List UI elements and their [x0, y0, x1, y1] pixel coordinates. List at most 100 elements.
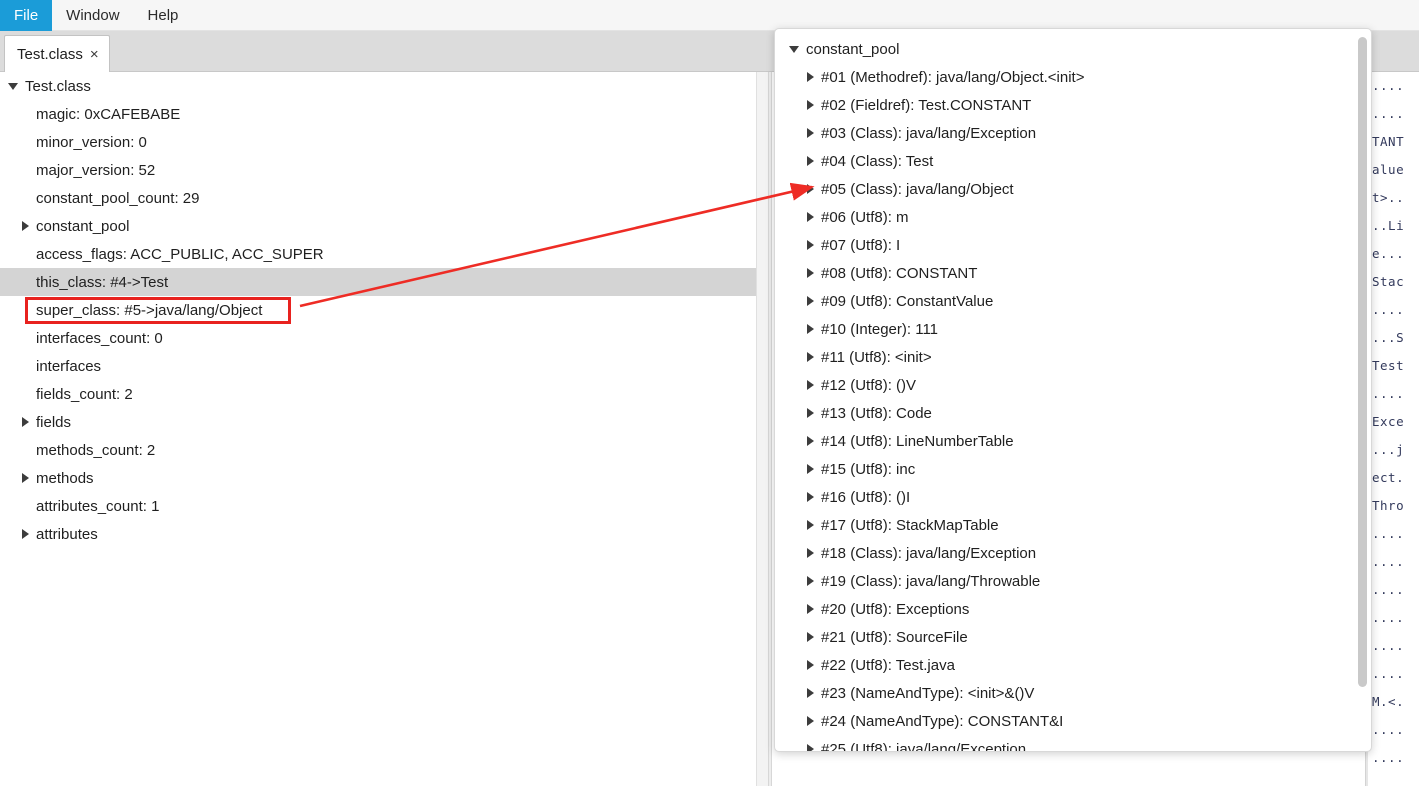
- constant-pool-row[interactable]: #25 (Utf8): java/lang/Exception: [775, 735, 1371, 752]
- constant-pool-row[interactable]: #15 (Utf8): inc: [775, 455, 1371, 483]
- tree-row[interactable]: methods_count: 2: [0, 436, 756, 464]
- popup-vertical-scrollbar[interactable]: [1358, 33, 1367, 749]
- constant-pool-row-label: #25 (Utf8): java/lang/Exception: [821, 740, 1027, 752]
- chevron-right-icon[interactable]: [22, 417, 29, 427]
- chevron-right-icon[interactable]: [807, 660, 814, 670]
- tree-row[interactable]: attributes_count: 1: [0, 492, 756, 520]
- tree-row[interactable]: super_class: #5->java/lang/Object: [0, 296, 756, 324]
- constant-pool-list[interactable]: constant_pool #01 (Methodref): java/lang/…: [775, 35, 1371, 752]
- chevron-right-icon[interactable]: [807, 576, 814, 586]
- chevron-right-icon[interactable]: [807, 520, 814, 530]
- panel-divider[interactable]: [768, 72, 772, 786]
- chevron-right-icon[interactable]: [807, 688, 814, 698]
- tree-row[interactable]: fields_count: 2: [0, 380, 756, 408]
- tree-row[interactable]: minor_version: 0: [0, 128, 756, 156]
- tree-row[interactable]: access_flags: ACC_PUBLIC, ACC_SUPER: [0, 240, 756, 268]
- chevron-right-icon[interactable]: [807, 268, 814, 278]
- popup-scrollbar-thumb[interactable]: [1358, 37, 1367, 687]
- chevron-right-icon[interactable]: [807, 408, 814, 418]
- tree-row[interactable]: interfaces_count: 0: [0, 324, 756, 352]
- hex-text-dump-column: ........ TANT alue t>.. ..Li e... Stac.... ...S…: [1372, 72, 1419, 786]
- tree-row-label: constant_pool_count: 29: [36, 189, 200, 207]
- constant-pool-row[interactable]: #04 (Class): Test: [775, 147, 1371, 175]
- dump-line: Exce: [1372, 414, 1405, 429]
- menu-item-label: Help: [147, 7, 179, 24]
- menu-item-file[interactable]: File: [0, 0, 53, 31]
- tree-row-label: attributes: [36, 525, 98, 543]
- tree-row[interactable]: constant_pool: [0, 212, 756, 240]
- constant-pool-row[interactable]: #02 (Fieldref): Test.CONSTANT: [775, 91, 1371, 119]
- chevron-right-icon[interactable]: [807, 156, 814, 166]
- chevron-right-icon[interactable]: [807, 72, 814, 82]
- tree-row[interactable]: fields: [0, 408, 756, 436]
- chevron-right-icon[interactable]: [22, 529, 29, 539]
- constant-pool-row[interactable]: #18 (Class): java/lang/Exception: [775, 539, 1371, 567]
- chevron-right-icon[interactable]: [807, 548, 814, 558]
- chevron-right-icon[interactable]: [807, 492, 814, 502]
- constant-pool-row[interactable]: #21 (Utf8): SourceFile: [775, 623, 1371, 651]
- chevron-right-icon[interactable]: [807, 436, 814, 446]
- chevron-right-icon[interactable]: [807, 296, 814, 306]
- close-icon[interactable]: ×: [90, 47, 99, 62]
- chevron-down-icon[interactable]: [8, 82, 18, 90]
- constant-pool-row[interactable]: #20 (Utf8): Exceptions: [775, 595, 1371, 623]
- chevron-right-icon[interactable]: [807, 352, 814, 362]
- tree-row[interactable]: constant_pool_count: 29: [0, 184, 756, 212]
- constant-pool-row-label: #14 (Utf8): LineNumberTable: [821, 432, 1014, 450]
- constant-pool-row[interactable]: #07 (Utf8): I: [775, 231, 1371, 259]
- constant-pool-row[interactable]: #13 (Utf8): Code: [775, 399, 1371, 427]
- constant-pool-row[interactable]: #11 (Utf8): <init>: [775, 343, 1371, 371]
- tree-row-label: Test.class: [25, 77, 91, 95]
- chevron-right-icon[interactable]: [807, 184, 814, 194]
- chevron-right-icon[interactable]: [807, 212, 814, 222]
- chevron-right-icon[interactable]: [807, 324, 814, 334]
- constant-pool-row[interactable]: #17 (Utf8): StackMapTable: [775, 511, 1371, 539]
- class-structure-tree[interactable]: Test.class magic: 0xCAFEBABE minor_version…: [0, 72, 756, 786]
- application-window: File Window Help Test.class × Test.class ma…: [0, 0, 1419, 786]
- chevron-right-icon[interactable]: [807, 464, 814, 474]
- menu-item-help[interactable]: Help: [134, 0, 193, 31]
- menu-item-window[interactable]: Window: [52, 0, 133, 31]
- constant-pool-row[interactable]: #08 (Utf8): CONSTANT: [775, 259, 1371, 287]
- constant-pool-row[interactable]: #24 (NameAndType): CONSTANT&I: [775, 707, 1371, 735]
- constant-pool-row[interactable]: #10 (Integer): 111: [775, 315, 1371, 343]
- chevron-right-icon[interactable]: [807, 100, 814, 110]
- constant-pool-row-label: #21 (Utf8): SourceFile: [821, 628, 968, 646]
- tree-row[interactable]: attributes: [0, 520, 756, 548]
- tree-row-label: constant_pool: [36, 217, 130, 235]
- chevron-right-icon[interactable]: [807, 128, 814, 138]
- constant-pool-row[interactable]: constant_pool: [775, 35, 1371, 63]
- tab-test-class[interactable]: Test.class ×: [4, 35, 110, 72]
- chevron-right-icon[interactable]: [22, 473, 29, 483]
- constant-pool-row[interactable]: #09 (Utf8): ConstantValue: [775, 287, 1371, 315]
- constant-pool-row[interactable]: #14 (Utf8): LineNumberTable: [775, 427, 1371, 455]
- constant-pool-row-label: #12 (Utf8): ()V: [821, 376, 917, 394]
- tree-row[interactable]: methods: [0, 464, 756, 492]
- chevron-right-icon[interactable]: [807, 716, 814, 726]
- tree-row[interactable]: major_version: 52: [0, 156, 756, 184]
- constant-pool-row[interactable]: #19 (Class): java/lang/Throwable: [775, 567, 1371, 595]
- chevron-right-icon[interactable]: [807, 380, 814, 390]
- tree-row[interactable]: Test.class: [0, 72, 756, 100]
- constant-pool-row[interactable]: #01 (Methodref): java/lang/Object.<init>: [775, 63, 1371, 91]
- tree-row[interactable]: magic: 0xCAFEBABE: [0, 100, 756, 128]
- chevron-down-icon[interactable]: [789, 45, 799, 53]
- tree-row[interactable]: interfaces: [0, 352, 756, 380]
- constant-pool-popup[interactable]: constant_pool #01 (Methodref): java/lang/…: [774, 28, 1372, 752]
- chevron-right-icon[interactable]: [807, 744, 814, 751]
- tree-row[interactable]: this_class: #4->Test: [0, 268, 756, 296]
- constant-pool-row[interactable]: #12 (Utf8): ()V: [775, 371, 1371, 399]
- constant-pool-row[interactable]: #16 (Utf8): ()I: [775, 483, 1371, 511]
- constant-pool-row[interactable]: #23 (NameAndType): <init>&()V: [775, 679, 1371, 707]
- constant-pool-row-label: #16 (Utf8): ()I: [821, 488, 911, 506]
- chevron-right-icon[interactable]: [807, 604, 814, 614]
- constant-pool-row[interactable]: #05 (Class): java/lang/Object: [775, 175, 1371, 203]
- constant-pool-row[interactable]: #03 (Class): java/lang/Exception: [775, 119, 1371, 147]
- constant-pool-row[interactable]: #06 (Utf8): m: [775, 203, 1371, 231]
- chevron-right-icon[interactable]: [22, 221, 29, 231]
- chevron-right-icon[interactable]: [807, 240, 814, 250]
- constant-pool-row[interactable]: #22 (Utf8): Test.java: [775, 651, 1371, 679]
- constant-pool-row-label: #24 (NameAndType): CONSTANT&I: [821, 712, 1064, 730]
- dump-line: ....: [1372, 386, 1405, 401]
- chevron-right-icon[interactable]: [807, 632, 814, 642]
